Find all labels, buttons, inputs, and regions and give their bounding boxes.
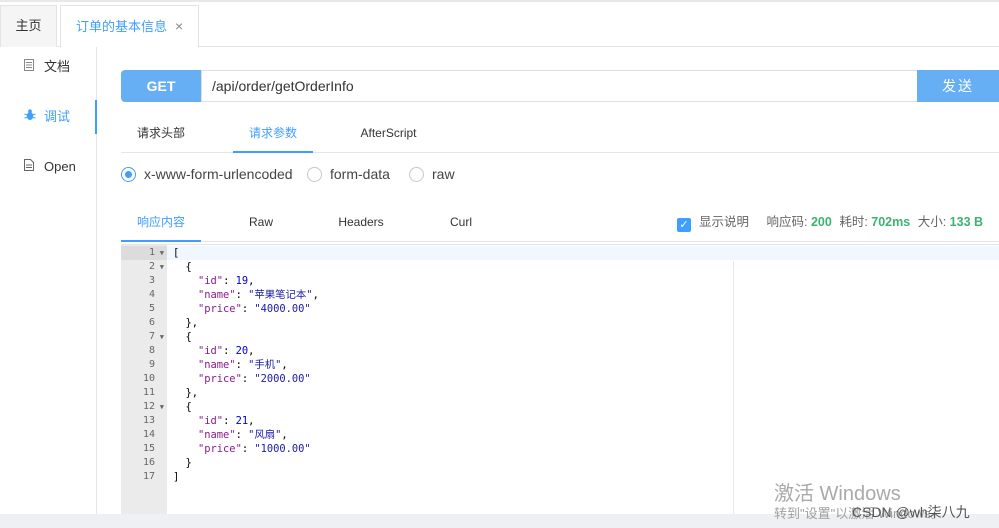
line-gutter: 1 ▼ 2 ▼ 3 4 5 6 7 ▼ 8 9 10 11 12 ▼ 13 14 15 16 17: [121, 245, 167, 515]
document-icon: [24, 50, 38, 84]
tab-home[interactable]: 主页: [0, 5, 57, 47]
tab-request-params[interactable]: 请求参数: [233, 115, 313, 153]
response-size: 133 B: [949, 215, 984, 229]
code-line: [: [173, 247, 180, 259]
line-number: 8: [148, 345, 155, 356]
close-icon[interactable]: ×: [175, 18, 183, 34]
response-time-label: 耗时:: [839, 215, 868, 229]
code-line: "price": "4000.00": [198, 303, 311, 315]
sidebar-item-debug[interactable]: 调试: [0, 100, 97, 134]
sidebar-item-label: 调试: [44, 109, 71, 124]
bug-icon: [24, 100, 38, 134]
sidebar: 文档 调试 Open: [0, 47, 97, 528]
line-number: 15: [142, 443, 155, 454]
line-number: 9: [148, 359, 155, 370]
response-code-label: 响应码:: [766, 215, 808, 229]
method-select[interactable]: GET: [121, 70, 201, 102]
show-desc-label: 显示说明: [699, 215, 750, 229]
request-tabs: 请求头部 请求参数 AfterScript: [121, 115, 999, 153]
fold-arrow-icon[interactable]: ▼: [160, 246, 164, 260]
code-line: "price": "1000.00": [198, 443, 311, 455]
code-line: "id": 20,: [198, 345, 255, 357]
code-line: ]: [173, 471, 180, 483]
code-line: "id": 21,: [198, 415, 255, 427]
line-number: 12 ▼: [142, 400, 164, 414]
sidebar-item-label: 文档: [44, 59, 71, 74]
send-button[interactable]: 发送: [917, 70, 999, 102]
line-number: 6: [148, 317, 155, 328]
tab-request-headers[interactable]: 请求头部: [121, 115, 201, 153]
url-bar: GET 发送: [121, 70, 999, 102]
line-number: 7 ▼: [148, 330, 164, 344]
tab-response-raw[interactable]: Raw: [221, 204, 301, 242]
fold-arrow-icon[interactable]: ▼: [160, 400, 164, 414]
code-line: "price": "2000.00": [198, 373, 311, 385]
radio-label: form-data: [330, 166, 390, 182]
code-line: },: [173, 387, 199, 399]
radio-label: raw: [432, 166, 455, 182]
radio-urlencoded[interactable]: x-www-form-urlencoded: [121, 164, 293, 184]
radio-unchecked-icon: [307, 167, 322, 182]
line-number: 4: [148, 289, 155, 300]
code-content[interactable]: [ { "id": 19, "name": "苹果笔记本", "price": …: [173, 246, 319, 484]
response-tabs: 响应内容 Raw Headers Curl ✓ 显示说明 响应码: 200 耗时:…: [121, 204, 999, 242]
line-number: 16: [142, 457, 155, 468]
tab-bar: 主页 订单的基本信息 ×: [0, 5, 999, 48]
code-line: "name": "风扇",: [198, 429, 288, 441]
code-line: }: [173, 457, 192, 469]
line-number: 17: [142, 471, 155, 482]
response-meta: ✓ 显示说明 响应码: 200 耗时: 702ms 大小: 133 B: [677, 204, 983, 240]
line-number: 10: [142, 373, 155, 384]
print-margin: [733, 261, 734, 515]
sidebar-item-docs[interactable]: 文档: [0, 50, 97, 84]
top-strip: [0, 0, 999, 2]
line-number: 14: [142, 429, 155, 440]
radio-checked-icon: [121, 167, 136, 182]
tab-response-curl[interactable]: Curl: [421, 204, 501, 242]
tab-response-content[interactable]: 响应内容: [121, 204, 201, 242]
fold-arrow-icon[interactable]: ▼: [160, 330, 164, 344]
file-icon: [24, 150, 38, 184]
csdn-watermark: CSDN @wh柒八九: [852, 504, 970, 520]
radio-raw[interactable]: raw: [409, 164, 455, 184]
line-number: 1 ▼: [121, 246, 167, 260]
radio-label: x-www-form-urlencoded: [144, 166, 293, 182]
url-input[interactable]: [201, 70, 918, 102]
code-line: "id": 19,: [198, 275, 255, 287]
sidebar-item-open[interactable]: Open: [0, 150, 97, 184]
code-line: {: [173, 401, 192, 413]
response-size-label: 大小:: [917, 215, 947, 229]
response-editor[interactable]: 1 ▼ 2 ▼ 3 4 5 6 7 ▼ 8 9 10 11 12 ▼ 13 14 15 16 17 [ { "id": …: [121, 244, 999, 515]
code-line: {: [173, 331, 192, 343]
radio-unchecked-icon: [409, 167, 424, 182]
sidebar-item-label: Open: [44, 159, 76, 174]
show-desc-checkbox[interactable]: ✓: [677, 218, 691, 232]
code-line: },: [173, 317, 199, 329]
line-number: 5: [148, 303, 155, 314]
line-number: 2 ▼: [148, 260, 164, 274]
tab-home-label: 主页: [15, 18, 42, 33]
line-number: 13: [142, 415, 155, 426]
response-time: 702ms: [871, 215, 911, 229]
line-number: 3: [148, 275, 155, 286]
tab-after-script[interactable]: AfterScript: [346, 115, 431, 153]
code-line: "name": "苹果笔记本",: [198, 289, 319, 301]
radio-form-data[interactable]: form-data: [307, 164, 390, 184]
tab-order-info-label: 订单的基本信息: [76, 19, 168, 34]
code-line: {: [173, 261, 192, 273]
code-line: "name": "手机",: [198, 359, 288, 371]
tab-response-headers[interactable]: Headers: [321, 204, 401, 242]
fold-arrow-icon[interactable]: ▼: [160, 260, 164, 274]
line-number: 11: [142, 387, 155, 398]
tab-order-info[interactable]: 订单的基本信息 ×: [60, 5, 200, 48]
response-code: 200: [810, 215, 832, 229]
